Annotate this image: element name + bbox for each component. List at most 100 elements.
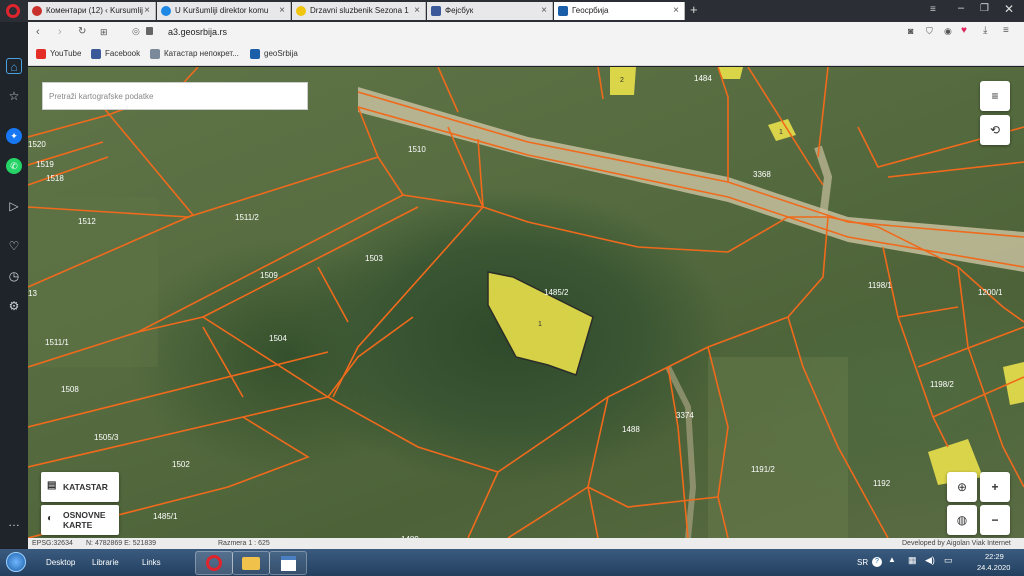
clock-time[interactable]: 22:29 [985, 552, 1004, 561]
tab-kursumlija[interactable]: U Kuršumliji direktor komu × [157, 2, 291, 20]
librarie-toolbar[interactable]: Librarie [92, 552, 119, 574]
history-icon[interactable]: ◷ [6, 268, 22, 284]
new-tab-button[interactable]: + [690, 2, 698, 17]
tab-sezona[interactable]: Drzavni sluzbenik Sezona 1 × [292, 2, 426, 20]
parcel-label: 1511/2 [235, 213, 259, 222]
parcel-label: 1518 [46, 174, 64, 183]
close-window-button[interactable]: ✕ [1004, 2, 1014, 16]
bookmark-label: Катастар непокрет... [164, 49, 239, 58]
katastar-icon [150, 49, 160, 59]
refresh-button[interactable]: ⟲ [980, 115, 1010, 145]
bookmark-facebook[interactable]: Facebook [91, 49, 140, 59]
network-icon[interactable]: ▦ [908, 555, 917, 566]
close-icon[interactable]: × [279, 2, 285, 20]
building-small [1003, 362, 1024, 405]
action-center-icon[interactable]: ▭ [944, 555, 953, 566]
close-icon[interactable]: × [144, 2, 150, 20]
parcel-label: 1512 [78, 217, 96, 226]
parcel-label: 13 [28, 289, 37, 298]
parcel-label: 1519 [36, 160, 54, 169]
parcel-label: 3374 [676, 411, 694, 420]
parcel-label: 1504 [269, 334, 287, 343]
calendar-icon [281, 556, 296, 571]
speed-dial-icon[interactable]: ⊞ [100, 27, 108, 38]
parcel-label: 1502 [172, 460, 190, 469]
settings-icon[interactable]: ⚙ [6, 298, 22, 314]
more-icon[interactable]: … [6, 514, 22, 530]
bookmark-label: YouTube [50, 49, 82, 58]
parcel-label: 1192 [873, 479, 891, 488]
back-button[interactable]: ‹ [36, 26, 40, 38]
epsg-selector[interactable]: EPSG:32634 [32, 538, 73, 549]
messenger-icon[interactable]: ✦ [6, 128, 22, 144]
send-icon[interactable]: ▷ [6, 198, 22, 214]
heart-icon[interactable]: ♥ [961, 25, 967, 36]
tab-bar: Коментари (12) ‹ Kursumlij × U Kuršumliji… [0, 0, 1024, 22]
bookmark-label: geoSrbija [264, 49, 298, 58]
forward-button[interactable]: › [58, 26, 62, 38]
start-button[interactable] [6, 552, 26, 572]
osnovne-karte-layer-button[interactable]: ◐ OSNOVNE KARTE [41, 505, 119, 535]
tab-comments[interactable]: Коментари (12) ‹ Kursumlij × [28, 2, 156, 20]
calendar-taskbar-icon[interactable] [269, 551, 307, 575]
parcel-label: 1508 [61, 385, 79, 394]
tab-favicon-icon [296, 6, 306, 16]
tray-arrow-icon[interactable]: ▲ [888, 555, 896, 564]
minimize-button[interactable]: – [958, 2, 964, 14]
tab-menu-icon[interactable]: ≡ [930, 4, 936, 15]
opera-logo-icon[interactable] [6, 4, 20, 18]
bookmark-youtube[interactable]: YouTube [36, 49, 82, 59]
help-icon[interactable]: ? [872, 557, 882, 567]
map-canvas[interactable]: 1484 3368 1520 1519 1518 1510 1512 1511/… [28, 67, 1024, 538]
opera-taskbar-icon[interactable] [195, 551, 233, 575]
heart-outline-icon[interactable]: ♡ [6, 238, 22, 254]
field-patch [708, 357, 848, 538]
tab-label: Геосрбија [572, 6, 609, 15]
url-field[interactable]: a3.geosrbija.rs [168, 27, 227, 37]
scale-selector[interactable]: Razmera 1 : 625 [218, 538, 270, 549]
close-icon[interactable]: × [541, 2, 547, 20]
geosrbija-icon [250, 49, 260, 59]
vpn-icon[interactable]: ◉ [944, 26, 952, 37]
building-label: 1 [538, 321, 542, 328]
lock-icon [146, 27, 153, 35]
tab-facebook[interactable]: Фејсбук × [427, 2, 553, 20]
parcel-label: 1200/1 [978, 288, 1003, 297]
close-icon[interactable]: × [673, 2, 679, 20]
camera-icon[interactable]: ◙ [908, 26, 913, 36]
bookmark-katastar[interactable]: Катастар непокрет... [150, 49, 239, 59]
links-toolbar[interactable]: Links [142, 552, 161, 574]
map-search-input[interactable]: Pretraži kartografske podatke [42, 82, 308, 110]
zoom-in-button[interactable]: + [980, 472, 1010, 502]
katastar-layer-button[interactable]: ▤ KATASTAR [41, 472, 119, 502]
language-indicator[interactable]: SR [857, 552, 868, 574]
close-icon[interactable]: × [414, 2, 420, 20]
whatsapp-icon[interactable]: ✆ [6, 158, 22, 174]
tab-favicon-icon [32, 6, 42, 16]
explorer-taskbar-icon[interactable] [232, 551, 270, 575]
parcel-label: 1484 [694, 74, 712, 83]
zoom-out-button[interactable]: − [980, 505, 1010, 535]
parcel-label: 1198/2 [930, 380, 954, 389]
menu-icon[interactable]: ≡ [1003, 25, 1009, 36]
locate-button[interactable]: ⊕ [947, 472, 977, 502]
bookmark-icon[interactable]: ☆ [6, 88, 22, 104]
bookmark-geosrbija[interactable]: geoSrbija [250, 49, 298, 59]
menu-button[interactable]: ≡ [980, 81, 1010, 111]
desktop-toolbar[interactable]: Desktop [46, 552, 75, 574]
tab-geosrbija[interactable]: Геосрбија × [554, 2, 685, 20]
karte-label: KARTE [63, 520, 93, 530]
shield-icon[interactable]: ⛉ [926, 26, 933, 37]
parcel-label: 1509 [260, 271, 278, 280]
globe-button[interactable]: ◍ [947, 505, 977, 535]
download-icon[interactable]: ⤓ [983, 25, 987, 36]
opera-icon [206, 555, 222, 571]
maximize-button[interactable]: ❐ [980, 3, 989, 14]
reload-button[interactable]: ↻ [78, 26, 86, 37]
home-icon[interactable]: ⌂ [6, 58, 22, 74]
clock-date[interactable]: 24.4.2020 [977, 563, 1010, 572]
tab-label: Коментари (12) ‹ Kursumlij [46, 6, 143, 15]
parcel-label: 1505/3 [94, 433, 119, 442]
tab-label: Drzavni sluzbenik Sezona 1 [310, 6, 409, 15]
volume-icon[interactable]: ◀) [925, 555, 935, 566]
